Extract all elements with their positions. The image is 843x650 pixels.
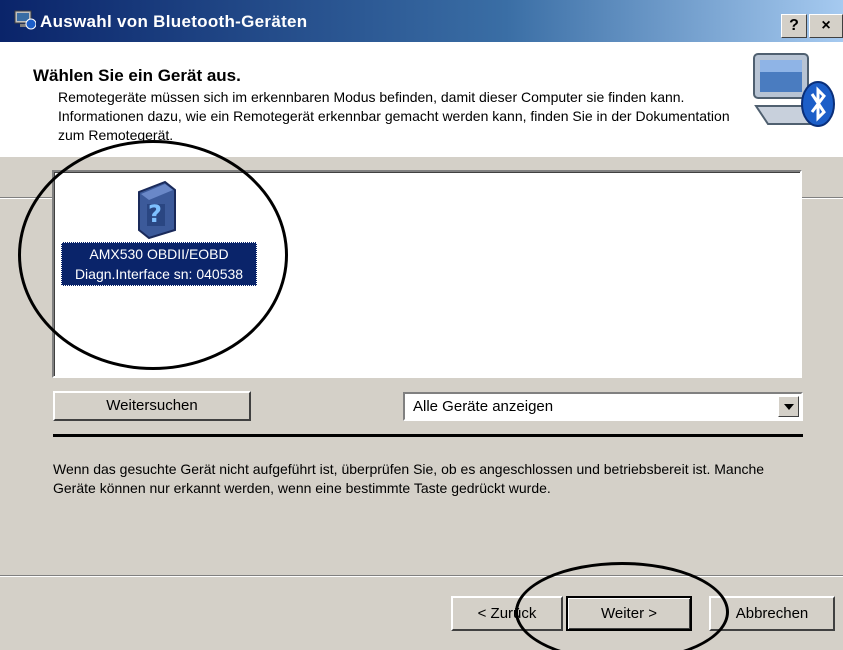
bluetooth-window-icon <box>14 10 36 30</box>
back-button[interactable]: < Zurück <box>451 596 563 631</box>
device-label: AMX530 OBDII/EOBD Diagn.Interface sn: 04… <box>61 242 257 286</box>
filter-selected-value: Alle Geräte anzeigen <box>413 398 554 415</box>
next-button[interactable]: Weiter > <box>566 596 692 631</box>
info-text: Wenn das gesuchte Gerät nicht aufgeführt… <box>53 461 765 496</box>
device-list[interactable]: ? AMX530 OBDII/EOBD Diagn.Interface sn: … <box>52 170 802 378</box>
section-divider <box>53 434 803 437</box>
window-title: Auswahl von Bluetooth-Geräten <box>40 12 308 31</box>
chevron-down-icon[interactable] <box>778 396 799 417</box>
footer-separator <box>0 575 843 577</box>
search-again-button[interactable]: Weitersuchen <box>53 391 251 421</box>
close-button[interactable]: × <box>809 14 843 38</box>
title-bar[interactable]: Auswahl von Bluetooth-Geräten ? × <box>0 0 843 42</box>
device-item[interactable]: ? AMX530 OBDII/EOBD Diagn.Interface sn: … <box>61 178 257 304</box>
bluetooth-device-dialog: Auswahl von Bluetooth-Geräten ? × Wählen… <box>0 0 843 650</box>
header-title: Wählen Sie ein Gerät aus. <box>33 66 241 85</box>
unknown-device-icon: ? <box>138 180 176 240</box>
help-button[interactable]: ? <box>781 14 807 38</box>
svg-text:?: ? <box>148 200 162 228</box>
header-description: Remotegeräte müssen sich im erkennbaren … <box>58 89 730 143</box>
wizard-header: Wählen Sie ein Gerät aus. Remotegeräte m… <box>0 42 843 199</box>
bluetooth-computer-icon <box>753 53 835 127</box>
cancel-button[interactable]: Abbrechen <box>709 596 835 631</box>
device-filter-select[interactable]: Alle Geräte anzeigen <box>403 392 803 421</box>
